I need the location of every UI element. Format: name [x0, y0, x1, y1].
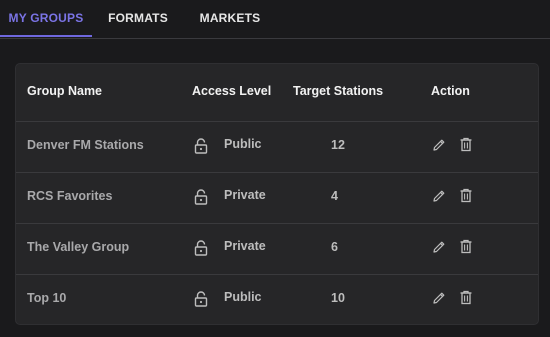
target-stations-cell: 12	[331, 138, 345, 152]
table-row: RCS Favorites Private 4	[16, 172, 538, 224]
target-stations-cell: 10	[331, 291, 345, 305]
table-header: Group Name Access Level Target Stations …	[16, 64, 538, 122]
header-action: Action	[431, 84, 470, 98]
lock-icon	[194, 189, 208, 205]
group-name-cell[interactable]: Top 10	[27, 291, 66, 305]
active-tab-indicator	[0, 35, 92, 37]
trash-icon[interactable]	[459, 188, 473, 203]
lock-icon	[194, 240, 208, 256]
pencil-icon[interactable]	[432, 189, 446, 203]
tab-markets[interactable]: MARKETS	[190, 0, 270, 37]
access-level-cell: Public	[224, 290, 262, 304]
trash-icon[interactable]	[459, 290, 473, 305]
group-name-cell[interactable]: Denver FM Stations	[27, 138, 144, 152]
groups-table: Group Name Access Level Target Stations …	[15, 63, 539, 325]
header-group-name: Group Name	[27, 84, 103, 98]
group-name-cell[interactable]: The Valley Group	[27, 240, 129, 254]
access-level-cell: Private	[224, 188, 266, 202]
lock-icon	[194, 291, 208, 307]
pencil-icon[interactable]	[432, 240, 446, 254]
trash-icon[interactable]	[459, 137, 473, 152]
lock-icon	[194, 138, 208, 154]
pencil-icon[interactable]	[432, 138, 446, 152]
header-target-stations: Target Stations	[293, 84, 384, 98]
target-stations-cell: 4	[331, 189, 338, 203]
table-row: The Valley Group Private 6	[16, 223, 538, 275]
pencil-icon[interactable]	[432, 291, 446, 305]
table-row: Top 10 Public 10	[16, 274, 538, 325]
group-name-cell[interactable]: RCS Favorites	[27, 189, 112, 203]
tab-bar: MY GROUPS FORMATS MARKETS	[0, 0, 550, 39]
header-access-level: Access Level	[192, 84, 272, 98]
tab-formats[interactable]: FORMATS	[98, 0, 178, 37]
access-level-cell: Private	[224, 239, 266, 253]
table-row: Denver FM Stations Public 12	[16, 121, 538, 173]
access-level-cell: Public	[224, 137, 262, 151]
target-stations-cell: 6	[331, 240, 338, 254]
trash-icon[interactable]	[459, 239, 473, 254]
tab-my-groups[interactable]: MY GROUPS	[0, 0, 92, 37]
